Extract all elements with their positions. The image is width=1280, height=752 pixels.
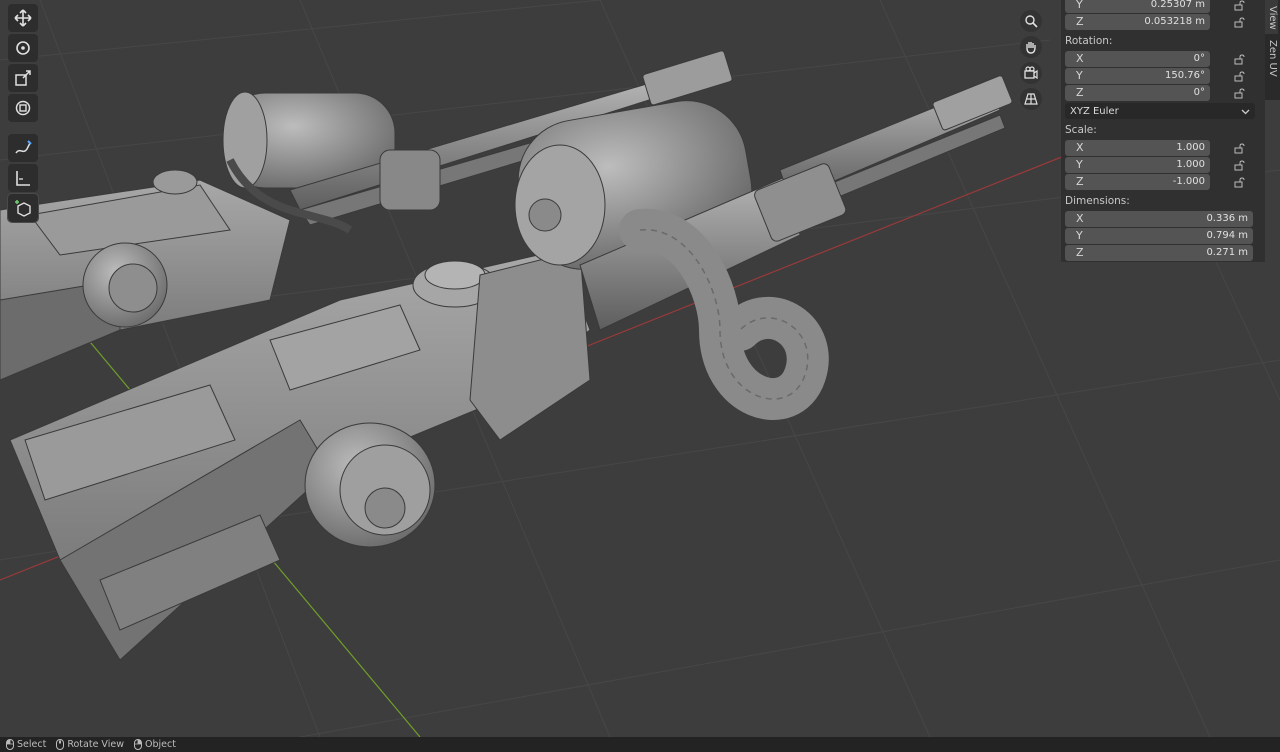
lock-icon[interactable] xyxy=(1230,85,1248,101)
axis-label: Z xyxy=(1065,174,1087,190)
scale-label: Scale: xyxy=(1065,124,1097,136)
pan-hand-icon[interactable] xyxy=(1020,36,1042,58)
dimensions-x-row: X 0.336 m xyxy=(1065,211,1259,227)
axis-label: X xyxy=(1065,140,1087,156)
rotation-x-row: X 0° xyxy=(1065,51,1259,67)
rotate-icon[interactable] xyxy=(8,34,38,62)
transform-icon[interactable] xyxy=(8,94,38,122)
axis-label: Y xyxy=(1065,228,1087,244)
navigation-gizmo xyxy=(1020,10,1044,110)
add-cube-icon[interactable] xyxy=(7,193,39,223)
scale-y-row: Y 1.000 xyxy=(1065,157,1259,173)
axis-label: X xyxy=(1065,211,1087,227)
axis-label: Y xyxy=(1065,0,1087,13)
status-object: Object xyxy=(133,739,176,750)
axis-label: X xyxy=(1065,51,1087,67)
zoom-icon[interactable] xyxy=(1020,10,1042,32)
scale-z-row: Z -1.000 xyxy=(1065,174,1259,190)
tab-view[interactable]: View xyxy=(1265,0,1278,34)
lock-icon[interactable] xyxy=(1230,68,1248,84)
axis-label: Z xyxy=(1065,245,1087,261)
location-y-field[interactable]: 0.25307 m xyxy=(1087,0,1210,13)
rotation-label: Rotation: xyxy=(1065,35,1113,47)
axis-label: Y xyxy=(1065,157,1087,173)
scale-x-field[interactable]: 1.000 xyxy=(1087,140,1210,156)
mouse-middle-icon xyxy=(56,739,65,750)
location-z-row: Z 0.053218 m xyxy=(1065,14,1259,30)
scale-z-field[interactable]: -1.000 xyxy=(1087,174,1210,190)
ortho-grid-icon[interactable] xyxy=(1020,88,1042,110)
lock-icon[interactable] xyxy=(1230,174,1248,190)
chevron-down-icon xyxy=(1241,109,1250,114)
move-icon[interactable] xyxy=(8,4,38,32)
scale-icon[interactable] xyxy=(8,64,38,92)
lock-icon[interactable] xyxy=(1230,14,1248,30)
tool-shelf xyxy=(7,4,39,223)
status-object-label: Object xyxy=(144,739,176,750)
lock-icon[interactable] xyxy=(1230,157,1248,173)
rotation-z-row: Z 0° xyxy=(1065,85,1259,101)
dimensions-label: Dimensions: xyxy=(1065,195,1130,207)
dimensions-z-row: Z 0.271 m xyxy=(1065,245,1259,261)
location-y-row: Y 0.25307 m xyxy=(1065,0,1259,13)
axis-label: Y xyxy=(1065,68,1087,84)
dimensions-z-field[interactable]: 0.271 m xyxy=(1087,245,1253,261)
lock-icon[interactable] xyxy=(1230,0,1248,13)
rotation-y-field[interactable]: 150.76° xyxy=(1087,68,1210,84)
rotation-y-row: Y 150.76° xyxy=(1065,68,1259,84)
rotation-z-field[interactable]: 0° xyxy=(1087,85,1210,101)
dimensions-y-field[interactable]: 0.794 m xyxy=(1087,228,1253,244)
mouse-left-icon xyxy=(6,739,14,750)
dimensions-x-field[interactable]: 0.336 m xyxy=(1087,211,1253,227)
axis-label: Z xyxy=(1065,85,1087,101)
location-z-field[interactable]: 0.053218 m xyxy=(1087,14,1210,30)
axis-label: Z xyxy=(1065,14,1087,30)
rotation-mode-value: XYZ Euler xyxy=(1070,105,1119,117)
mouse-right-icon xyxy=(133,739,142,750)
status-select: Select xyxy=(6,739,46,750)
status-rotate: Rotate View xyxy=(56,739,124,750)
status-rotate-label: Rotate View xyxy=(67,739,124,750)
tab-zen-uv[interactable]: Zen UV xyxy=(1265,34,1278,81)
dimensions-y-row: Y 0.794 m xyxy=(1065,228,1259,244)
measure-icon[interactable] xyxy=(8,164,38,192)
3d-viewport[interactable]: Y 0.25307 m Z 0.053218 m Rotation: X 0° … xyxy=(0,0,1280,737)
transform-panel: Y 0.25307 m Z 0.053218 m Rotation: X 0° … xyxy=(1061,0,1265,262)
rotation-x-field[interactable]: 0° xyxy=(1087,51,1210,67)
status-bar: Select Rotate View Object xyxy=(0,737,1280,752)
annotate-icon[interactable] xyxy=(8,134,38,162)
rotation-mode-select[interactable]: XYZ Euler xyxy=(1065,103,1255,119)
scale-x-row: X 1.000 xyxy=(1065,140,1259,156)
status-select-label: Select xyxy=(17,739,47,750)
lock-icon[interactable] xyxy=(1230,140,1248,156)
sidebar-tabs: View Zen UV xyxy=(1265,0,1280,100)
camera-icon[interactable] xyxy=(1020,62,1042,84)
lock-icon[interactable] xyxy=(1230,51,1248,67)
scale-y-field[interactable]: 1.000 xyxy=(1087,157,1210,173)
